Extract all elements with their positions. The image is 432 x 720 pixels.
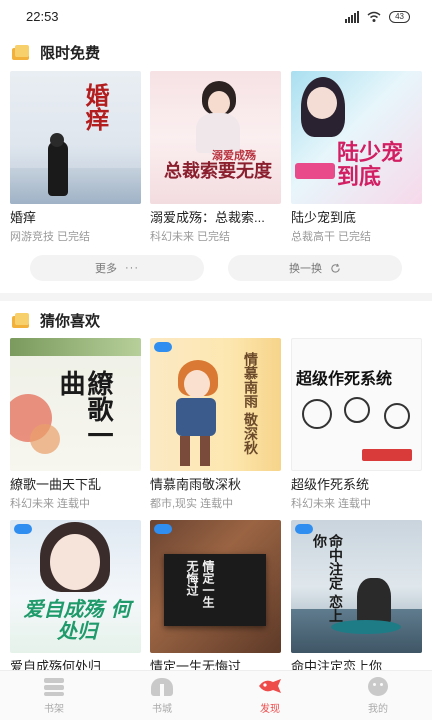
book-cover: 情慕南雨 敬深秋 — [150, 338, 281, 471]
refresh-button[interactable]: 换一换 — [228, 255, 402, 281]
book-title: 溺爱成殇：总裁索... — [150, 210, 265, 225]
bottom-tab-bar: 书架 书城 发现 我的 — [0, 670, 432, 720]
book-card[interactable]: 陆少宠到底 陆少宠到底 总裁高干 已完结 — [291, 71, 422, 244]
tab-label: 我的 — [368, 704, 388, 715]
section-divider — [0, 293, 432, 301]
cover-title: 情定一生 无悔过 — [185, 560, 215, 608]
book-title: 情慕南雨敬深秋 — [150, 477, 242, 492]
more-button-label: 更多 — [95, 263, 117, 275]
cover-badge — [14, 524, 32, 534]
battery-indicator: 43 — [389, 11, 410, 23]
cover-badge — [154, 524, 172, 534]
more-button[interactable]: 更多 ··· — [30, 255, 204, 281]
wifi-icon — [367, 11, 381, 22]
cover-title: 总裁索要无度 — [164, 161, 272, 182]
tab-label: 发现 — [260, 704, 280, 715]
book-cover: 繚歌一曲 — [10, 338, 141, 471]
section-title: 猜你喜欢 — [40, 313, 101, 330]
cover-title: 爱自成殇 何处归 — [23, 597, 131, 643]
status-bar: 22:53 43 — [0, 0, 432, 34]
tab-discover[interactable]: 发现 — [216, 671, 324, 720]
cover-title: 陆少宠到底 — [337, 140, 404, 190]
bookshelf-icon — [41, 676, 67, 696]
section-book-icon — [12, 313, 32, 328]
tab-label: 书城 — [152, 704, 172, 715]
book-cover: 情定一生 无悔过 — [150, 520, 281, 653]
book-card[interactable]: 繚歌一曲 繚歌一曲天下乱 科幻未来 连载中 — [10, 338, 141, 511]
refresh-icon — [331, 263, 340, 273]
section-header-guess: 猜你喜欢 — [12, 310, 100, 331]
cover-badge — [295, 524, 313, 534]
discover-icon — [257, 676, 283, 696]
section-book-icon — [12, 45, 32, 60]
cover-badge — [154, 342, 172, 352]
book-cover: 溺爱成殇 总裁索要无度 — [150, 71, 281, 204]
book-card[interactable]: 情慕南雨 敬深秋 情慕南雨敬深秋 都市,现实 连载中 — [150, 338, 281, 511]
status-icons: 43 — [345, 9, 410, 25]
book-title: 超级作死系统 — [291, 477, 370, 492]
book-cover: 婚痒 — [10, 71, 141, 204]
book-title: 繚歌一曲天下乱 — [10, 477, 102, 492]
book-card[interactable]: 婚痒 婚痒 网游竞技 已完结 — [10, 71, 141, 244]
bookstore-icon — [149, 676, 175, 696]
book-card[interactable]: 命中注定 恋上你 命中注定恋上你 — [291, 520, 422, 675]
book-card[interactable]: 超级作死系统 超级作死系统 科幻未来 连载中 — [291, 338, 422, 511]
book-cover: 爱自成殇 何处归 — [10, 520, 141, 653]
book-card[interactable]: 情定一生 无悔过 情定一生无悔过 — [150, 520, 281, 675]
cover-title: 情慕南雨 敬深秋 — [242, 352, 258, 455]
book-cover: 超级作死系统 — [291, 338, 422, 471]
tab-profile[interactable]: 我的 — [324, 671, 432, 720]
status-time: 22:53 — [26, 9, 59, 24]
book-meta: 科幻未来 连载中 — [10, 498, 91, 510]
cover-title: 超级作死系统 — [296, 369, 393, 388]
book-meta: 网游竞技 已完结 — [10, 231, 91, 243]
cover-title: 繚歌一曲 — [55, 370, 113, 448]
cover-title: 婚痒 — [81, 83, 110, 131]
tab-bookshelf[interactable]: 书架 — [0, 671, 108, 720]
book-meta: 都市,现实 连载中 — [150, 498, 234, 510]
book-title: 婚痒 — [10, 210, 37, 225]
tab-bookstore[interactable]: 书城 — [108, 671, 216, 720]
book-card[interactable]: 爱自成殇 何处归 爱自成殇何处归 — [10, 520, 141, 675]
book-cover: 陆少宠到底 — [291, 71, 422, 204]
book-meta: 科幻未来 已完结 — [150, 231, 231, 243]
book-card[interactable]: 溺爱成殇 总裁索要无度 溺爱成殇：总裁索... 科幻未来 已完结 — [150, 71, 281, 244]
section-header-free: 限时免费 — [12, 42, 100, 63]
book-cover: 命中注定 恋上你 — [291, 520, 422, 653]
refresh-button-label: 换一换 — [289, 263, 322, 275]
ellipsis-icon: ··· — [125, 262, 139, 274]
book-meta: 科幻未来 连载中 — [291, 498, 372, 510]
book-meta: 总裁高干 已完结 — [291, 231, 372, 243]
book-title: 陆少宠到底 — [291, 210, 357, 225]
section-title: 限时免费 — [40, 45, 101, 62]
signal-icon — [345, 11, 360, 23]
cover-title: 命中注定 恋上你 — [311, 534, 343, 623]
profile-icon — [365, 676, 391, 696]
tab-label: 书架 — [44, 704, 64, 715]
